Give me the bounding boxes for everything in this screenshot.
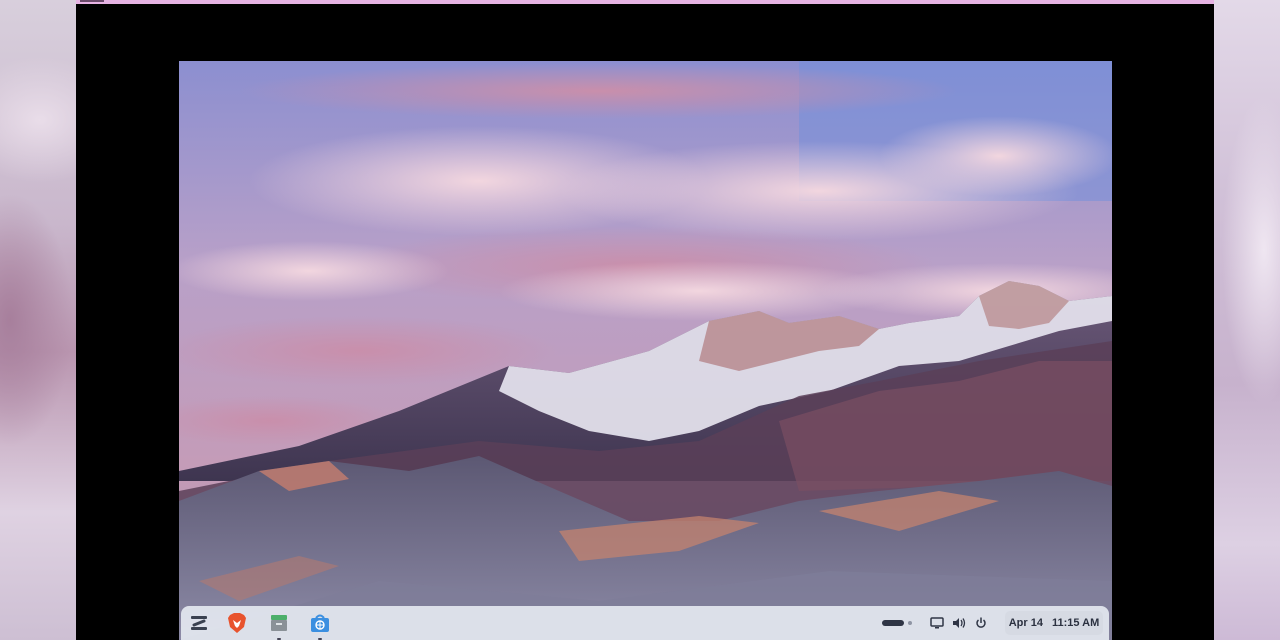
clock-button[interactable]: Apr 14 11:15 AM xyxy=(1005,611,1103,635)
file-archive-icon[interactable] xyxy=(268,612,290,640)
clock-date: Apr 14 xyxy=(1008,617,1043,629)
mountain-wallpaper-image xyxy=(179,61,1112,640)
software-store-icon[interactable] xyxy=(309,612,331,640)
desktop-wallpaper-left xyxy=(0,0,76,640)
window-control[interactable] xyxy=(80,0,104,2)
power-icon[interactable] xyxy=(975,606,987,640)
battery-icon[interactable] xyxy=(881,606,915,640)
clock-time: 11:15 AM xyxy=(1051,617,1100,629)
volume-icon[interactable] xyxy=(952,606,966,640)
brave-browser-icon[interactable] xyxy=(226,612,248,634)
taskbar: Apr 14 11:15 AM xyxy=(181,606,1109,640)
desktop-wallpaper-right xyxy=(1214,0,1280,640)
zorin-menu-icon[interactable] xyxy=(188,612,210,634)
window-titlebar[interactable] xyxy=(76,0,1214,4)
virtual-desktop-screen: Apr 14 11:15 AM xyxy=(179,61,1112,640)
fullscreen-window: Apr 14 11:15 AM xyxy=(76,0,1214,640)
display-icon[interactable] xyxy=(930,606,944,640)
